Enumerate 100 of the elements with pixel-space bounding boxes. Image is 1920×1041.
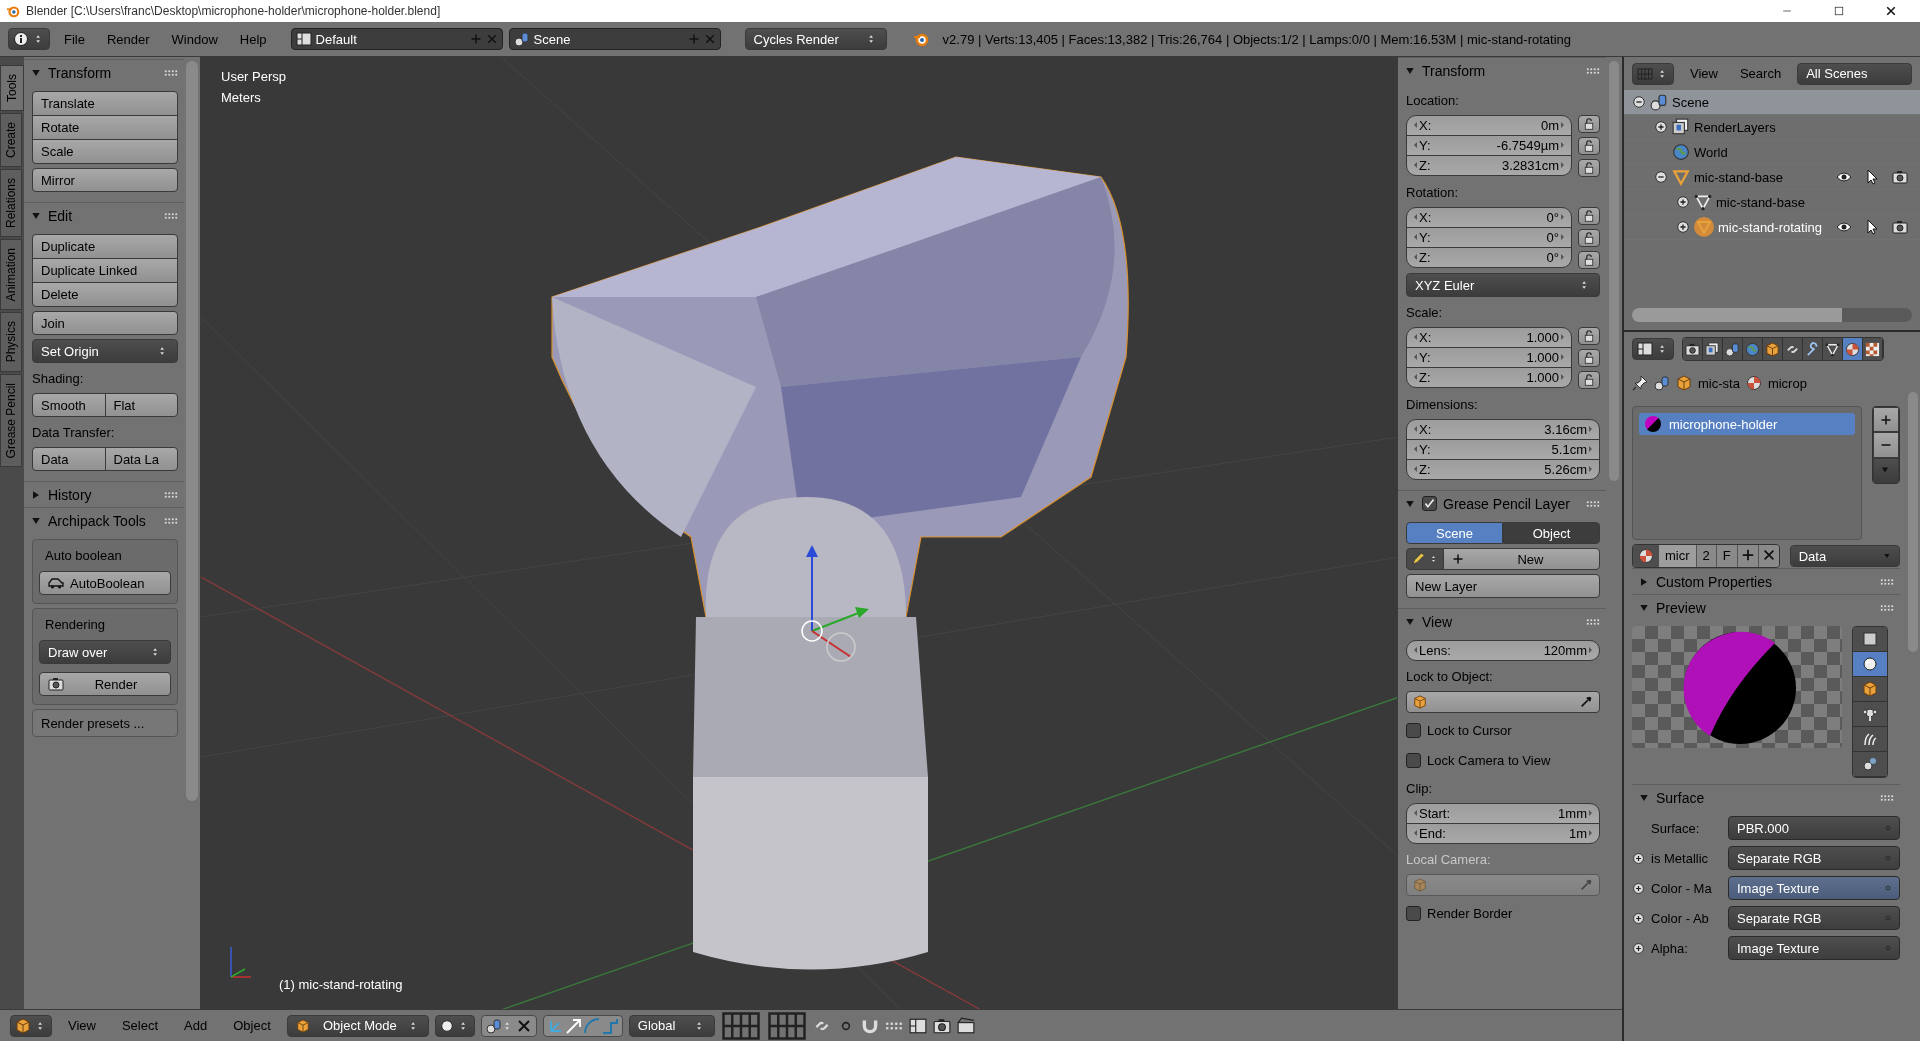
number-field[interactable]: X: 3.16cm — [1406, 419, 1600, 440]
lock-toggle[interactable] — [1578, 159, 1600, 177]
properties-tab[interactable] — [1823, 338, 1843, 360]
tab[interactable]: Scene — [1406, 522, 1503, 544]
tool-button[interactable]: Mirror — [32, 168, 178, 192]
datablock-name-field[interactable]: micr — [1659, 545, 1696, 567]
breadcrumb-item[interactable]: mic-sta — [1698, 375, 1740, 391]
new-button[interactable]: New — [1443, 548, 1600, 570]
menu-item[interactable]: Render — [98, 31, 158, 47]
properties-tab[interactable] — [1763, 338, 1783, 360]
pencil-dropdown[interactable] — [1406, 548, 1444, 570]
number-field[interactable]: Z: 1.000 — [1406, 367, 1572, 388]
menu-item[interactable]: Window — [163, 31, 226, 47]
pivot-toolbar[interactable] — [480, 1014, 537, 1037]
number-field[interactable]: Z: 3.2831cm — [1406, 155, 1572, 176]
number-field[interactable]: Z: 0° — [1406, 247, 1572, 268]
menu-item[interactable]: View — [1684, 66, 1724, 81]
outliner-row[interactable]: World — [1624, 140, 1920, 165]
properties-tab[interactable] — [1723, 338, 1743, 360]
outliner-row[interactable]: Scene — [1624, 90, 1920, 115]
orientation-dropdown[interactable]: Global — [628, 1014, 715, 1037]
tool-button[interactable]: Data La — [104, 447, 178, 471]
preview-type-button[interactable] — [1853, 677, 1887, 702]
node-link-field[interactable]: Image Texture — [1728, 936, 1900, 960]
properties-tab[interactable] — [1803, 338, 1823, 360]
scene-field[interactable]: Scene — [508, 28, 721, 50]
properties-tab[interactable] — [1703, 338, 1723, 360]
preview-type-button[interactable] — [1853, 652, 1887, 677]
node-link-field[interactable]: PBR.000 — [1728, 816, 1900, 840]
node-link-field[interactable]: Separate RGB — [1728, 906, 1900, 930]
properties-tab[interactable] — [1783, 338, 1803, 360]
checkbox[interactable] — [1406, 752, 1421, 768]
number-field[interactable]: Y: 1.000 — [1406, 347, 1572, 368]
tool-button[interactable]: Data — [32, 447, 106, 471]
tool-button[interactable]: Rotate — [32, 115, 178, 140]
checkbox[interactable] — [1406, 905, 1421, 921]
number-field[interactable]: Y: 5.1cm — [1406, 439, 1600, 460]
number-field[interactable]: Y: -6.7549µm — [1406, 135, 1572, 156]
tab[interactable]: Object — [1503, 522, 1600, 544]
new-material-button[interactable] — [1736, 545, 1758, 567]
tool-button[interactable]: Render presets ... — [32, 709, 178, 737]
mode-dropdown[interactable]: Object Mode — [286, 1014, 429, 1037]
tool-button[interactable]: Duplicate — [32, 234, 178, 259]
unlink-button[interactable] — [1757, 545, 1779, 567]
editor-type-button[interactable] — [1632, 338, 1674, 360]
properties-tab[interactable] — [1843, 338, 1863, 360]
display-mode-dropdown[interactable]: All Scenes — [1797, 62, 1912, 85]
preview-type-button[interactable] — [1853, 752, 1887, 777]
editor-type-button[interactable] — [10, 1014, 52, 1037]
menu-item[interactable]: Help — [231, 31, 275, 47]
checkbox[interactable] — [1406, 722, 1421, 738]
scrollbar[interactable] — [1609, 61, 1619, 481]
tool-button[interactable]: Join — [32, 311, 178, 335]
number-field[interactable]: Lens: 120mm — [1406, 640, 1600, 661]
properties-tab[interactable] — [1863, 338, 1883, 360]
preview-type-button[interactable] — [1853, 627, 1887, 652]
tool-button[interactable]: Smooth — [32, 393, 106, 417]
material-browse-button[interactable] — [1633, 545, 1659, 567]
scrollbar[interactable] — [1632, 308, 1912, 322]
number-field[interactable]: X: 0m — [1406, 115, 1572, 136]
editor-type-button[interactable] — [8, 28, 50, 50]
tool-button[interactable]: Duplicate Linked — [32, 258, 178, 283]
menu-item[interactable]: File — [56, 31, 93, 47]
preview-type-button[interactable] — [1853, 727, 1887, 752]
preview-type-button[interactable] — [1853, 702, 1887, 727]
lock-toggle[interactable] — [1578, 251, 1600, 269]
outliner-row[interactable]: mic-stand-base — [1624, 190, 1920, 215]
lock-toggle[interactable] — [1578, 349, 1600, 367]
dropdown[interactable]: Set Origin — [32, 339, 178, 363]
scrollbar[interactable] — [1908, 392, 1918, 652]
checkbox[interactable] — [1422, 496, 1437, 511]
menu-item[interactable]: Search — [1733, 66, 1788, 81]
dropdown[interactable]: Draw over — [39, 640, 171, 664]
tool-button[interactable]: Flat — [104, 393, 178, 417]
tool-button[interactable]: Render — [39, 672, 171, 696]
lock-toggle[interactable] — [1578, 229, 1600, 247]
outliner-row[interactable]: mic-stand-rotating — [1624, 215, 1920, 240]
tool-button[interactable]: Scale — [32, 139, 178, 164]
tool-tab[interactable]: Tools — [0, 65, 24, 111]
tool-button[interactable]: New Layer — [1406, 574, 1600, 598]
manipulator-toolbar[interactable] — [542, 1014, 623, 1037]
material-slot[interactable]: microphone-holder — [1639, 413, 1855, 435]
menu-item[interactable]: View — [58, 1018, 106, 1033]
remove-slot-button[interactable] — [1873, 432, 1899, 458]
add-slot-button[interactable] — [1873, 407, 1899, 433]
menu-item[interactable]: Object — [223, 1018, 281, 1033]
tool-button[interactable]: AutoBoolean — [39, 571, 171, 595]
lock-toggle[interactable] — [1578, 327, 1600, 345]
menu-item[interactable]: Add — [174, 1018, 218, 1033]
node-link-field[interactable]: Separate RGB — [1728, 846, 1900, 870]
object-field[interactable] — [1406, 691, 1600, 713]
number-field[interactable]: X: 1.000 — [1406, 327, 1572, 348]
number-field[interactable]: Start: 1mm — [1406, 803, 1600, 824]
outliner-row[interactable]: RenderLayers — [1624, 115, 1920, 140]
dropdown[interactable]: XYZ Euler — [1406, 273, 1600, 297]
user-count-button[interactable]: 2 — [1695, 545, 1716, 567]
render-engine-dropdown[interactable]: Cycles Render — [744, 28, 887, 50]
lock-toggle[interactable] — [1578, 137, 1600, 155]
lock-toggle[interactable] — [1578, 207, 1600, 225]
node-link-field[interactable]: Image Texture — [1728, 876, 1900, 900]
